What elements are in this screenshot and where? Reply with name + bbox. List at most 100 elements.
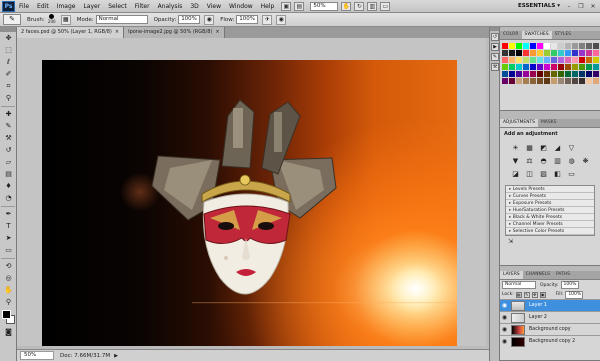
tab-paths[interactable]: PATHS bbox=[553, 271, 573, 279]
brush-preset-picker[interactable]: 200 bbox=[47, 14, 57, 25]
gradient-tool-icon[interactable]: ▤ bbox=[2, 169, 15, 180]
color-swatch[interactable] bbox=[530, 78, 536, 84]
color-swatch[interactable] bbox=[572, 71, 578, 77]
clip-to-layer-icon[interactable]: ⇲ bbox=[508, 238, 513, 245]
color-swatch[interactable] bbox=[593, 71, 599, 77]
lock-pixels-icon[interactable]: ✎ bbox=[523, 291, 530, 298]
color-swatch[interactable] bbox=[523, 64, 529, 70]
tab-adjustments[interactable]: ADJUSTMENTS bbox=[500, 119, 539, 127]
adjustment-icon[interactable]: ▽ bbox=[566, 143, 577, 153]
actions-panel-icon[interactable]: ▶ bbox=[491, 43, 499, 51]
color-swatch[interactable] bbox=[509, 57, 515, 63]
color-swatch[interactable] bbox=[523, 71, 529, 77]
color-swatch[interactable] bbox=[579, 64, 585, 70]
color-swatch[interactable] bbox=[516, 50, 522, 56]
clone-stamp-tool-icon[interactable]: ⚒ bbox=[2, 133, 15, 144]
adjustment-icon[interactable]: ⚖ bbox=[524, 156, 535, 166]
color-swatch[interactable] bbox=[572, 64, 578, 70]
adjustment-preset-item[interactable]: Exposure Presets bbox=[506, 200, 594, 207]
shape-tool-icon[interactable]: ▭ bbox=[2, 245, 15, 256]
brush-tool-icon[interactable]: ✎ bbox=[2, 121, 15, 132]
color-swatch[interactable] bbox=[579, 71, 585, 77]
menu-edit[interactable]: Edit bbox=[33, 3, 53, 10]
close-icon[interactable]: × bbox=[215, 29, 219, 35]
mini-bridge-icon[interactable]: ▤ bbox=[294, 1, 305, 11]
menu-view[interactable]: View bbox=[203, 3, 225, 10]
lock-position-icon[interactable]: ✥ bbox=[531, 291, 538, 298]
layer-opacity-field[interactable]: 100% bbox=[560, 281, 579, 289]
adjustment-preset-item[interactable]: Curves Presets bbox=[506, 193, 594, 200]
pressure-size-icon[interactable]: ◉ bbox=[276, 14, 287, 25]
color-swatch[interactable] bbox=[551, 71, 557, 77]
bridge-icon[interactable]: ▣ bbox=[281, 1, 292, 11]
color-swatch[interactable] bbox=[565, 64, 571, 70]
color-swatch[interactable] bbox=[586, 50, 592, 56]
menu-file[interactable]: File bbox=[15, 3, 33, 10]
color-swatch[interactable] bbox=[558, 71, 564, 77]
3d-orbit-tool-icon[interactable]: ◎ bbox=[2, 273, 15, 284]
color-swatch[interactable] bbox=[572, 43, 578, 49]
blend-mode-select[interactable]: Normal bbox=[502, 281, 536, 289]
color-swatch[interactable] bbox=[551, 64, 557, 70]
brush-panel-icon[interactable]: ✎ bbox=[491, 53, 499, 61]
color-swatch[interactable] bbox=[586, 43, 592, 49]
adjustment-icon[interactable]: ◪ bbox=[510, 169, 521, 179]
lasso-tool-icon[interactable]: ℓ bbox=[2, 57, 15, 68]
adjustment-icon[interactable]: ▨ bbox=[538, 169, 549, 179]
color-swatch[interactable] bbox=[523, 50, 529, 56]
color-swatch[interactable] bbox=[565, 78, 571, 84]
tool-preset-picker[interactable]: ✎ bbox=[3, 14, 21, 25]
menu-image[interactable]: Image bbox=[53, 3, 80, 10]
tab-styles[interactable]: STYLES bbox=[552, 31, 574, 39]
quick-select-tool-icon[interactable]: ✐ bbox=[2, 69, 15, 80]
color-swatch[interactable] bbox=[544, 78, 550, 84]
adjustment-icon[interactable]: ◍ bbox=[566, 156, 577, 166]
status-zoom-field[interactable]: 50% bbox=[20, 351, 54, 360]
adjustment-icon[interactable]: ▭ bbox=[566, 169, 577, 179]
color-swatch[interactable] bbox=[523, 43, 529, 49]
screen-mode-icon[interactable]: ▭ bbox=[380, 1, 391, 11]
color-swatch[interactable] bbox=[551, 43, 557, 49]
arrange-documents-icon[interactable]: ▥ bbox=[367, 1, 378, 11]
color-swatch[interactable] bbox=[579, 43, 585, 49]
layer-row[interactable]: ◉ Background copy bbox=[500, 323, 600, 335]
color-swatch[interactable] bbox=[586, 64, 592, 70]
color-swatch[interactable] bbox=[502, 71, 508, 77]
color-swatch[interactable] bbox=[572, 57, 578, 63]
color-swatch[interactable] bbox=[558, 50, 564, 56]
layer-row[interactable]: ◉ Layer 2 bbox=[500, 311, 600, 323]
eraser-tool-icon[interactable]: ▱ bbox=[2, 157, 15, 168]
opacity-field[interactable]: 100% bbox=[178, 15, 201, 24]
color-swatch[interactable] bbox=[565, 50, 571, 56]
adjustment-preset-item[interactable]: Black & White Presets bbox=[506, 214, 594, 221]
history-panel-icon[interactable]: ↺ bbox=[491, 33, 499, 41]
color-swatch[interactable] bbox=[502, 43, 508, 49]
menu-help[interactable]: Help bbox=[257, 3, 279, 10]
color-swatch[interactable] bbox=[537, 64, 543, 70]
clone-source-panel-icon[interactable]: ⚒ bbox=[491, 63, 499, 71]
color-swatches[interactable] bbox=[0, 310, 16, 326]
color-swatch[interactable] bbox=[530, 50, 536, 56]
marquee-tool-icon[interactable]: ⬚ bbox=[2, 45, 15, 56]
lock-transparency-icon[interactable]: ▦ bbox=[515, 291, 522, 298]
type-tool-icon[interactable]: T bbox=[2, 221, 15, 232]
move-tool-icon[interactable]: ✥ bbox=[2, 33, 15, 44]
quick-mask-icon[interactable]: ◙ bbox=[2, 327, 15, 338]
adjustment-icon[interactable]: ◓ bbox=[538, 156, 549, 166]
workspace-switcher[interactable]: ESSENTIALS ▾ bbox=[514, 3, 564, 9]
color-swatch[interactable] bbox=[593, 50, 599, 56]
tab-ipone-image2[interactable]: Ipone-image2.jpg @ 50% (RGB/8) × bbox=[124, 27, 225, 38]
tab-swatches[interactable]: SWATCHES bbox=[521, 31, 552, 39]
tab-channels[interactable]: CHANNELS bbox=[523, 271, 553, 279]
dodge-tool-icon[interactable]: ◔ bbox=[2, 193, 15, 204]
menu-analysis[interactable]: Analysis bbox=[154, 3, 187, 10]
adjustment-preset-item[interactable]: Hue/Saturation Presets bbox=[506, 207, 594, 214]
color-swatch[interactable] bbox=[565, 71, 571, 77]
adjustment-icon[interactable]: ◩ bbox=[538, 143, 549, 153]
visibility-eye-icon[interactable]: ◉ bbox=[500, 314, 509, 321]
canvas-area[interactable] bbox=[17, 38, 489, 349]
zoom-tool-icon[interactable]: ⚲ bbox=[2, 297, 15, 308]
color-swatch[interactable] bbox=[572, 50, 578, 56]
color-swatch[interactable] bbox=[572, 78, 578, 84]
color-swatch[interactable] bbox=[544, 64, 550, 70]
